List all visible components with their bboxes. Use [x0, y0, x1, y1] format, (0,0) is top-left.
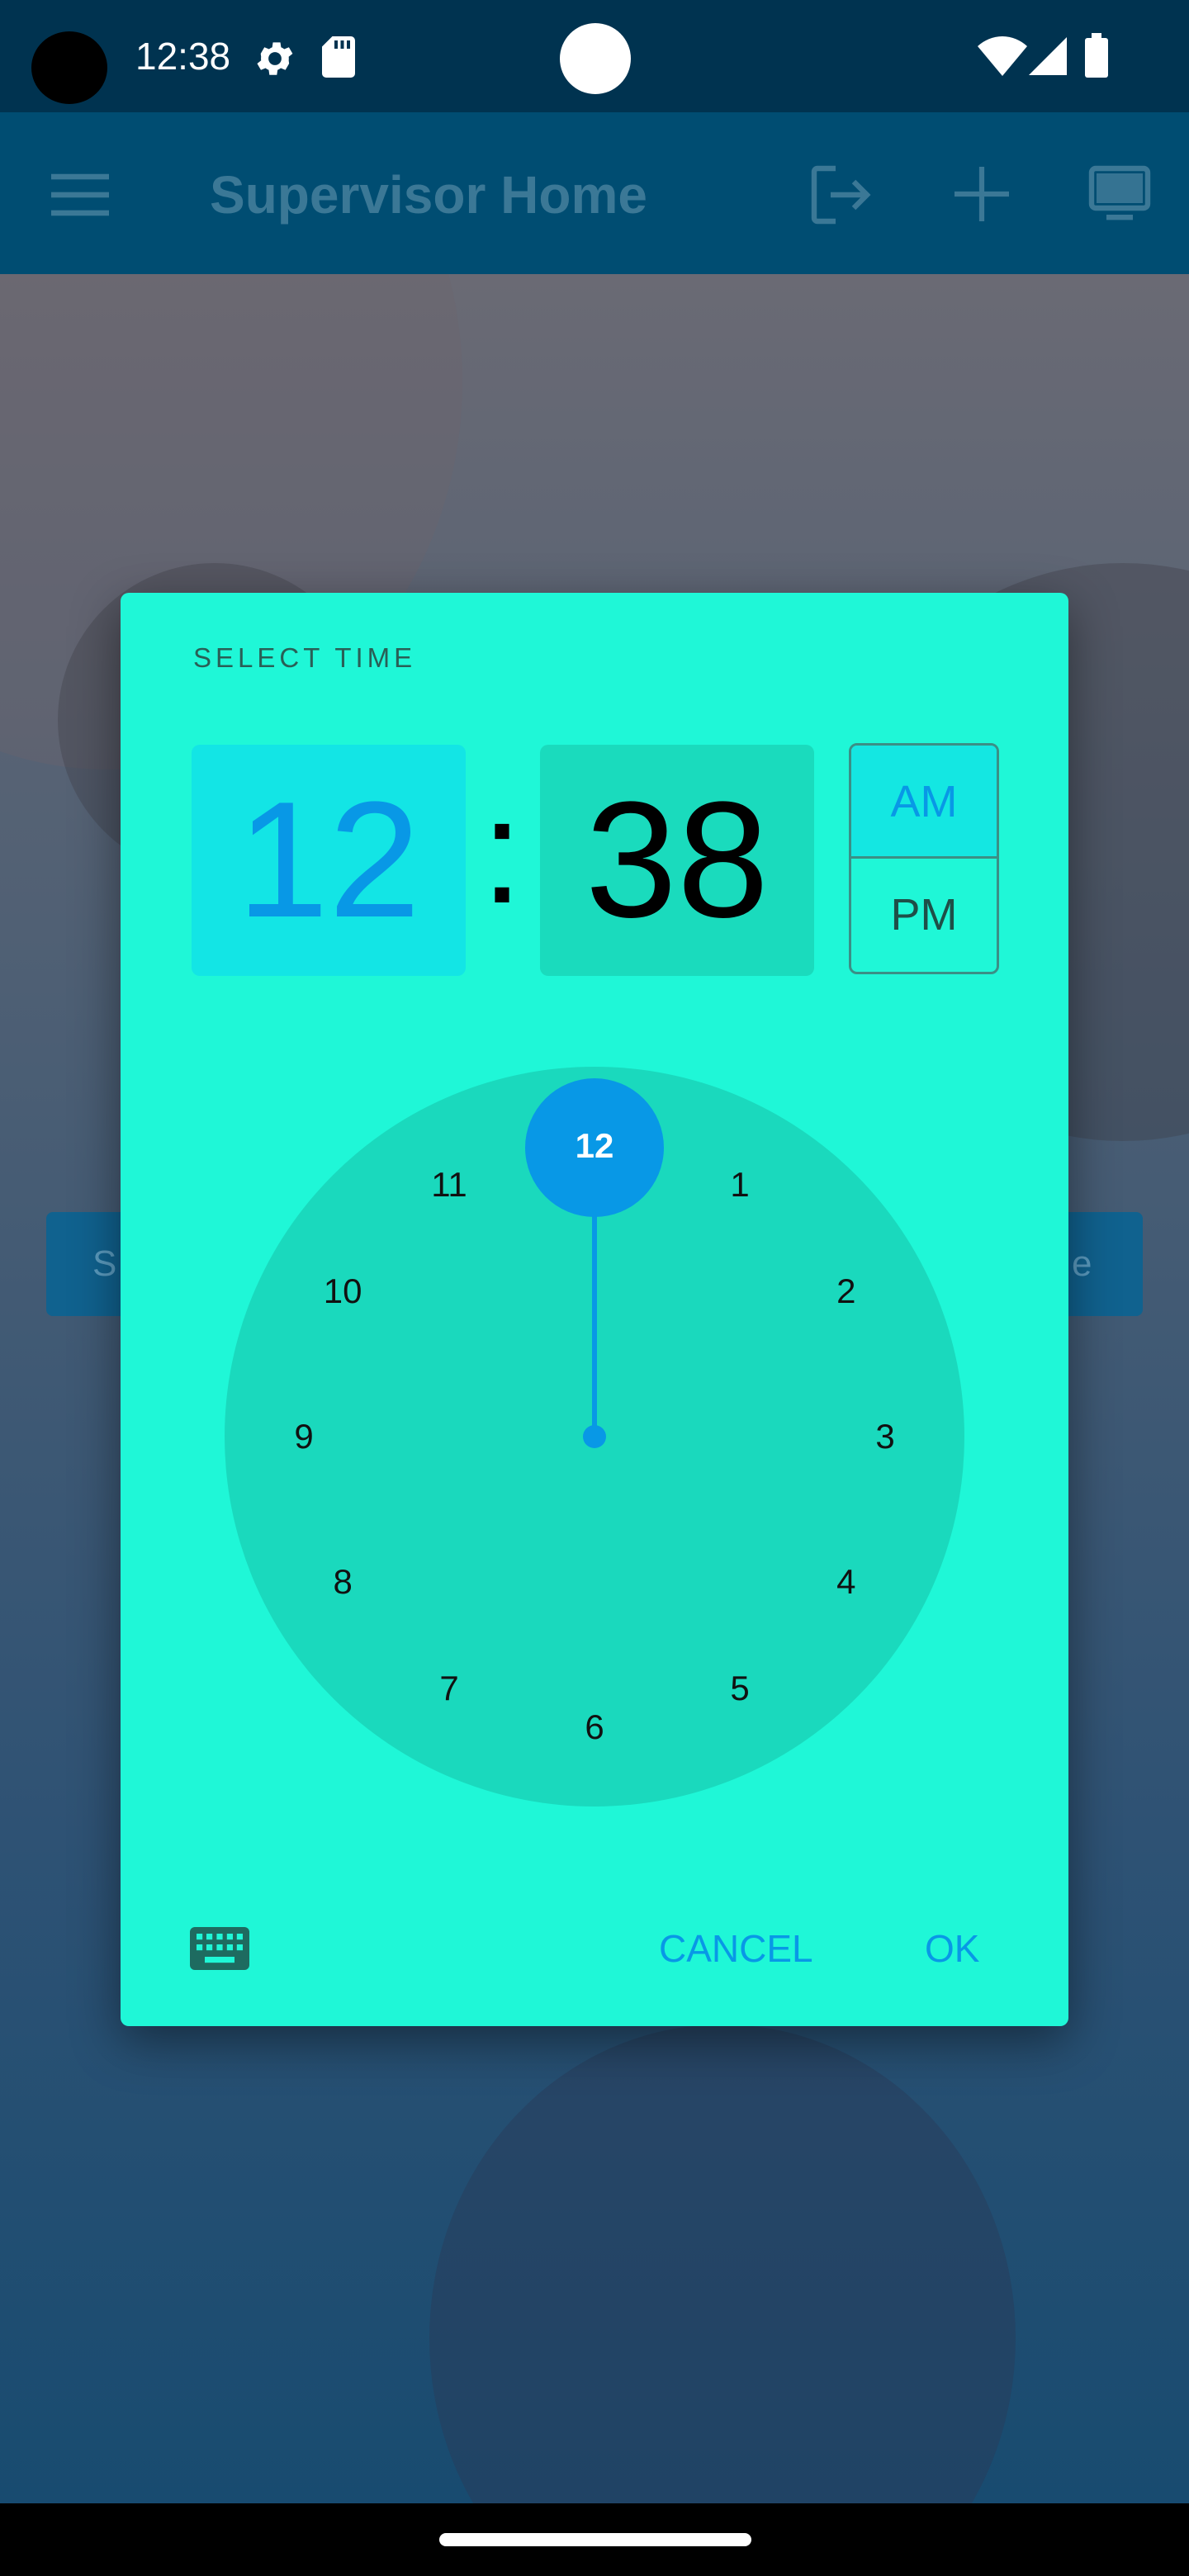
navigation-bar	[0, 2503, 1189, 2576]
signal-icon	[1029, 37, 1067, 75]
clock-number-5[interactable]: 5	[707, 1664, 773, 1713]
sd-card-icon	[322, 36, 355, 78]
clock-number-11[interactable]: 11	[416, 1160, 482, 1210]
time-separator: :	[481, 769, 523, 935]
dialog-title: SELECT TIME	[193, 642, 417, 673]
clock-center-dot	[583, 1425, 606, 1448]
status-time: 12:38	[135, 35, 231, 78]
clock-number-10[interactable]: 10	[310, 1267, 376, 1316]
decorative-circle	[429, 2024, 1016, 2503]
keyboard-icon[interactable]	[190, 1927, 249, 1970]
clock-number-3[interactable]: 3	[852, 1412, 918, 1461]
clock-number-8[interactable]: 8	[310, 1557, 376, 1607]
time-picker-dialog: SELECT TIME 12 : 38 AM PM 12 1 2 3 4 5 6 7 8 9 10 1…	[121, 593, 1068, 2026]
home-gesture-handle[interactable]	[439, 2533, 751, 2546]
clock-number-7[interactable]: 7	[416, 1664, 482, 1713]
logout-icon[interactable]	[809, 163, 872, 226]
clock-number-1[interactable]: 1	[707, 1160, 773, 1210]
status-bar: 12:38	[0, 0, 1189, 112]
hour-field[interactable]: 12	[192, 745, 466, 976]
clock-number-2[interactable]: 2	[813, 1267, 879, 1316]
wifi-icon	[978, 36, 1027, 76]
add-icon[interactable]	[955, 167, 1009, 221]
clock-face[interactable]: 12 1 2 3 4 5 6 7 8 9 10 11	[225, 1067, 964, 1807]
page-title: Supervisor Home	[210, 165, 647, 225]
gear-icon	[257, 42, 293, 75]
camera-indicator	[560, 23, 631, 94]
clock-number-4[interactable]: 4	[813, 1557, 879, 1607]
app-bar: Supervisor Home	[0, 112, 1189, 274]
menu-icon[interactable]	[51, 173, 109, 216]
clock-number-9[interactable]: 9	[271, 1412, 337, 1461]
clock-number-6[interactable]: 6	[561, 1702, 628, 1752]
am-button[interactable]: AM	[851, 746, 997, 859]
battery-icon	[1085, 33, 1108, 78]
camera-cutout	[31, 31, 107, 104]
minute-field[interactable]: 38	[540, 745, 814, 976]
clock-number-12[interactable]: 12	[561, 1121, 628, 1171]
cancel-button[interactable]: CANCEL	[659, 1917, 813, 1980]
monitor-icon[interactable]	[1088, 163, 1151, 226]
pm-button[interactable]: PM	[851, 859, 997, 972]
ok-button[interactable]: OK	[925, 1917, 979, 1980]
am-pm-toggle: AM PM	[849, 743, 999, 974]
